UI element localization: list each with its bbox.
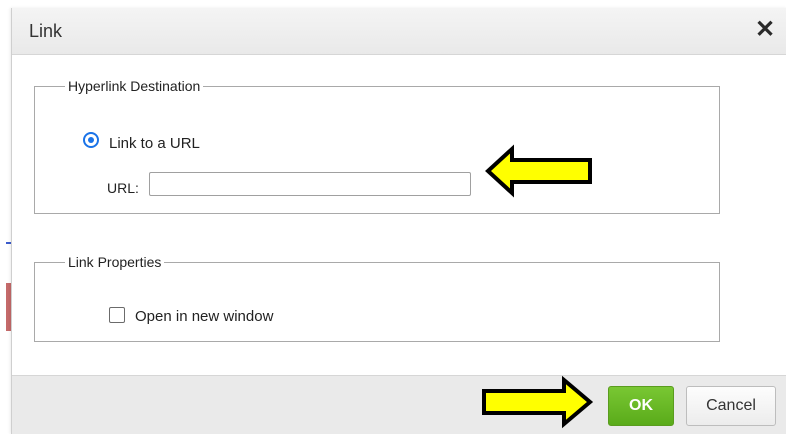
dialog-title: Link	[29, 21, 63, 41]
close-icon[interactable]: ✕	[753, 16, 777, 44]
url-label: URL:	[107, 180, 139, 196]
link-properties-group: Link Properties Open in new window	[34, 254, 720, 342]
ok-button[interactable]: OK	[608, 386, 674, 426]
link-properties-legend: Link Properties	[68, 254, 162, 270]
page: Link ✕ Hyperlink Destination Link to a U…	[0, 0, 786, 434]
dialog-titlebar: Link ✕	[12, 8, 786, 55]
arrow-annotation-icon	[482, 375, 594, 429]
hyperlink-destination-group: Hyperlink Destination Link to a URL URL:	[34, 78, 720, 214]
hyperlink-destination-legend: Hyperlink Destination	[68, 78, 201, 94]
open-in-new-window-checkbox[interactable]	[109, 307, 125, 323]
link-dialog: Link ✕ Hyperlink Destination Link to a U…	[11, 8, 786, 434]
open-in-new-window-label: Open in new window	[135, 308, 274, 325]
cancel-button[interactable]: Cancel	[686, 386, 776, 426]
link-to-url-label: Link to a URL	[109, 135, 200, 152]
url-input[interactable]	[149, 172, 471, 196]
radio-selected-dot	[88, 137, 94, 143]
arrow-annotation-icon	[485, 144, 592, 198]
dialog-footer: OK Cancel	[12, 375, 786, 434]
link-to-url-radio[interactable]	[83, 132, 99, 148]
